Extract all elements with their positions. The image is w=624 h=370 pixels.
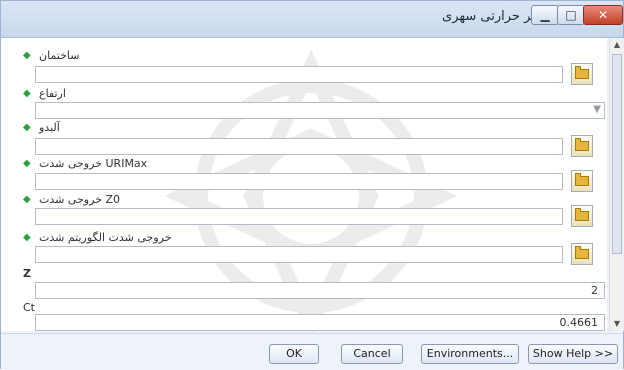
z0-output-input[interactable] [35, 208, 563, 225]
chevron-down-icon[interactable]: ▼ [593, 104, 601, 115]
window-controls: ▁ □ ✕ [531, 5, 623, 27]
ct-input[interactable]: 0.4661 [35, 314, 605, 331]
ok-button[interactable]: OK [269, 344, 319, 364]
field-label: خروجی شدت الگوریتم شدت [39, 231, 172, 244]
environments-button[interactable]: Environments... [421, 344, 519, 364]
albedo-input[interactable] [35, 138, 563, 155]
field-label-row: ◆ آلبدو [21, 120, 587, 136]
field-label: Z [23, 267, 31, 280]
dialog-window: ⚒ سمت چزایر حرارتی سهری ▁ □ ✕ ◆ [0, 0, 624, 370]
browse-button[interactable] [571, 135, 593, 157]
minimize-icon: ▁ [540, 8, 550, 22]
algorithm-output-input[interactable] [35, 246, 563, 263]
folder-icon [575, 138, 589, 151]
field-label-row: ◆ Z0 خروجی شدت [21, 192, 587, 208]
building-input[interactable] [35, 66, 563, 83]
green-diamond-icon: ◆ [23, 194, 31, 205]
green-diamond-icon: ◆ [23, 50, 31, 61]
field-label-row: ◆ خروجی شدت الگوریتم شدت [21, 230, 587, 246]
minimize-button[interactable]: ▁ [531, 5, 559, 25]
field-label-row: ◆ URIMax خروجی شدت [21, 156, 587, 172]
field-label: ساختمان [39, 49, 80, 62]
urimax-output-input[interactable] [35, 173, 563, 190]
browse-button[interactable] [571, 205, 593, 227]
vertical-scrollbar[interactable]: ▲ ▼ [609, 38, 624, 331]
green-diamond-icon: ◆ [23, 88, 31, 99]
field-label-row: ◆ ساختمان [21, 48, 587, 64]
cancel-button[interactable]: Cancel [341, 344, 403, 364]
browse-button[interactable] [571, 243, 593, 265]
folder-icon [575, 173, 589, 186]
browse-button[interactable] [571, 63, 593, 85]
folder-icon [575, 246, 589, 259]
title-bar[interactable]: ⚒ سمت چزایر حرارتی سهری ▁ □ ✕ [1, 1, 623, 38]
scroll-down-icon[interactable]: ▼ [610, 317, 624, 331]
dialog-footer: OK Cancel Environments... Show Help >> [1, 333, 623, 370]
maximize-button[interactable]: □ [557, 5, 585, 25]
close-button[interactable]: ✕ [583, 5, 623, 25]
field-label: Ct [23, 301, 35, 314]
close-icon: ✕ [597, 8, 609, 22]
field-label: آلبدو [39, 121, 60, 134]
scroll-thumb[interactable] [612, 54, 622, 254]
field-label: URIMax خروجی شدت [39, 157, 148, 170]
maximize-icon: □ [565, 8, 577, 22]
field-label: Z0 خروجی شدت [39, 193, 121, 206]
scroll-up-icon[interactable]: ▲ [610, 38, 624, 52]
green-diamond-icon: ◆ [23, 122, 31, 133]
height-combobox[interactable]: ▼ [35, 102, 605, 119]
z-input[interactable]: 2 [35, 282, 605, 299]
green-diamond-icon: ◆ [23, 158, 31, 169]
field-label-row: Z [21, 266, 587, 282]
parameters-panel: ◆ ساختمان ◆ ارتفاع ▼ ◆ آلبدو ◆ URIMax خر… [1, 38, 607, 343]
field-label: ارتفاع [39, 87, 66, 100]
folder-icon [575, 208, 589, 221]
browse-button[interactable] [571, 170, 593, 192]
show-help-button[interactable]: Show Help >> [528, 344, 618, 364]
field-label-row: ◆ ارتفاع [21, 86, 587, 102]
green-diamond-icon: ◆ [23, 232, 31, 243]
folder-icon [575, 66, 589, 79]
